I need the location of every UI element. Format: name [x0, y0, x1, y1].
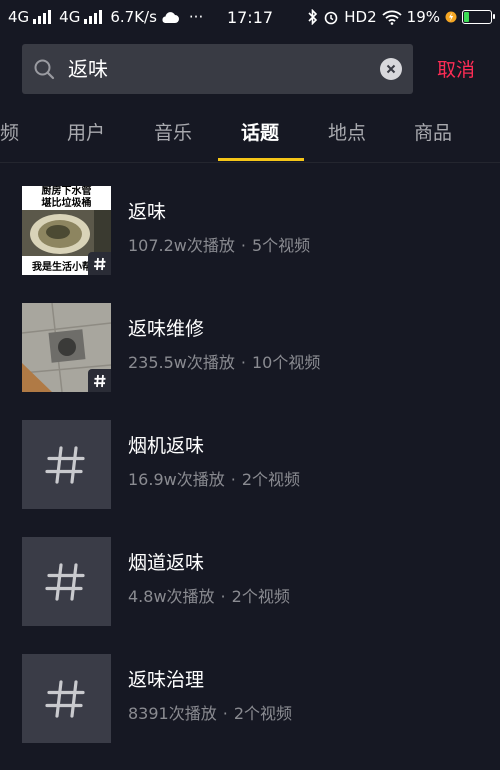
video-count: 2个视频 [233, 704, 293, 723]
play-count: 107.2w次播放 [128, 236, 235, 255]
separator-dot: · [220, 587, 226, 606]
topic-row[interactable]: 厨房下水管 堪比垃圾桶 我是生活小帮 返味 107.2w次播放 · 5个视频 [0, 185, 500, 302]
search-bar[interactable]: 返味 [22, 44, 413, 94]
separator-dot: · [230, 470, 236, 489]
play-count: 16.9w次播放 [128, 470, 225, 489]
clear-icon[interactable] [380, 58, 402, 80]
search-input[interactable]: 返味 [68, 56, 108, 82]
hashtag-icon [45, 446, 85, 484]
hashtag-icon [45, 680, 85, 718]
topic-row[interactable]: 烟机返味 16.9w次播放 · 2个视频 [0, 419, 500, 536]
play-count: 235.5w次播放 [128, 353, 235, 372]
hashtag-badge-icon [88, 252, 111, 275]
tab-users[interactable]: 用户 [67, 118, 105, 148]
status-right: HD2 19% [308, 8, 495, 26]
video-count: 2个视频 [231, 587, 290, 606]
wifi-icon [382, 10, 402, 25]
bluetooth-icon [308, 9, 318, 25]
topic-title: 烟道返味 [128, 552, 205, 574]
topic-thumbnail [22, 654, 111, 743]
topic-thumbnail [22, 537, 111, 626]
topic-title: 返味 [128, 201, 167, 223]
tab-video[interactable]: 频 [0, 118, 19, 148]
topic-row[interactable]: 返味维修 235.5w次播放 · 10个视频 [0, 302, 500, 419]
active-tab-indicator [218, 158, 304, 161]
topic-title: 返味治理 [128, 669, 205, 691]
tab-music[interactable]: 音乐 [154, 118, 192, 148]
video-count: 2个视频 [241, 470, 300, 489]
tab-places[interactable]: 地点 [328, 118, 366, 148]
battery-percent: 19% [406, 8, 440, 26]
topic-results-list: 厨房下水管 堪比垃圾桶 我是生活小帮 返味 107.2w次播放 · 5个视频 返… [0, 185, 500, 770]
hashtag-badge-icon [88, 369, 111, 392]
separator-dot: · [240, 353, 246, 372]
topic-stats: 107.2w次播放 · 5个视频 [128, 235, 310, 257]
topic-thumbnail: 厨房下水管 堪比垃圾桶 我是生活小帮 [22, 186, 111, 275]
topic-row[interactable]: 返味治理 8391次播放 · 2个视频 [0, 653, 500, 770]
topic-thumbnail [22, 303, 111, 392]
topic-stats: 16.9w次播放 · 2个视频 [128, 469, 300, 491]
topic-thumbnail [22, 420, 111, 509]
tab-products[interactable]: 商品 [414, 118, 452, 148]
topic-title: 返味维修 [128, 318, 205, 340]
play-count: 8391次播放 [128, 704, 217, 723]
thumbnail-caption-top: 厨房下水管 堪比垃圾桶 [41, 186, 92, 209]
topic-stats: 4.8w次播放 · 2个视频 [128, 586, 290, 608]
topic-stats: 8391次播放 · 2个视频 [128, 703, 292, 725]
topic-stats: 235.5w次播放 · 10个视频 [128, 352, 320, 374]
battery-icon [462, 10, 495, 24]
hd-indicator: HD2 [344, 8, 377, 26]
cancel-button[interactable]: 取消 [437, 58, 475, 82]
separator-dot: · [222, 704, 228, 723]
thumbnail-photo [22, 210, 111, 256]
video-count: 5个视频 [252, 236, 311, 255]
alarm-icon [324, 11, 338, 25]
video-count: 10个视频 [252, 353, 321, 372]
topic-title: 烟机返味 [128, 435, 205, 457]
separator-dot: · [240, 236, 246, 255]
status-bar: 4G 4G 6.7K/s ··· 17:17 HD2 19% [0, 0, 500, 36]
play-count: 4.8w次播放 [128, 587, 215, 606]
hashtag-icon [45, 563, 85, 601]
tab-bar: 频 用户 音乐 话题 地点 商品 [0, 108, 500, 163]
tab-topics[interactable]: 话题 [241, 118, 279, 148]
search-icon [34, 59, 55, 80]
charging-icon [445, 11, 457, 23]
topic-row[interactable]: 烟道返味 4.8w次播放 · 2个视频 [0, 536, 500, 653]
